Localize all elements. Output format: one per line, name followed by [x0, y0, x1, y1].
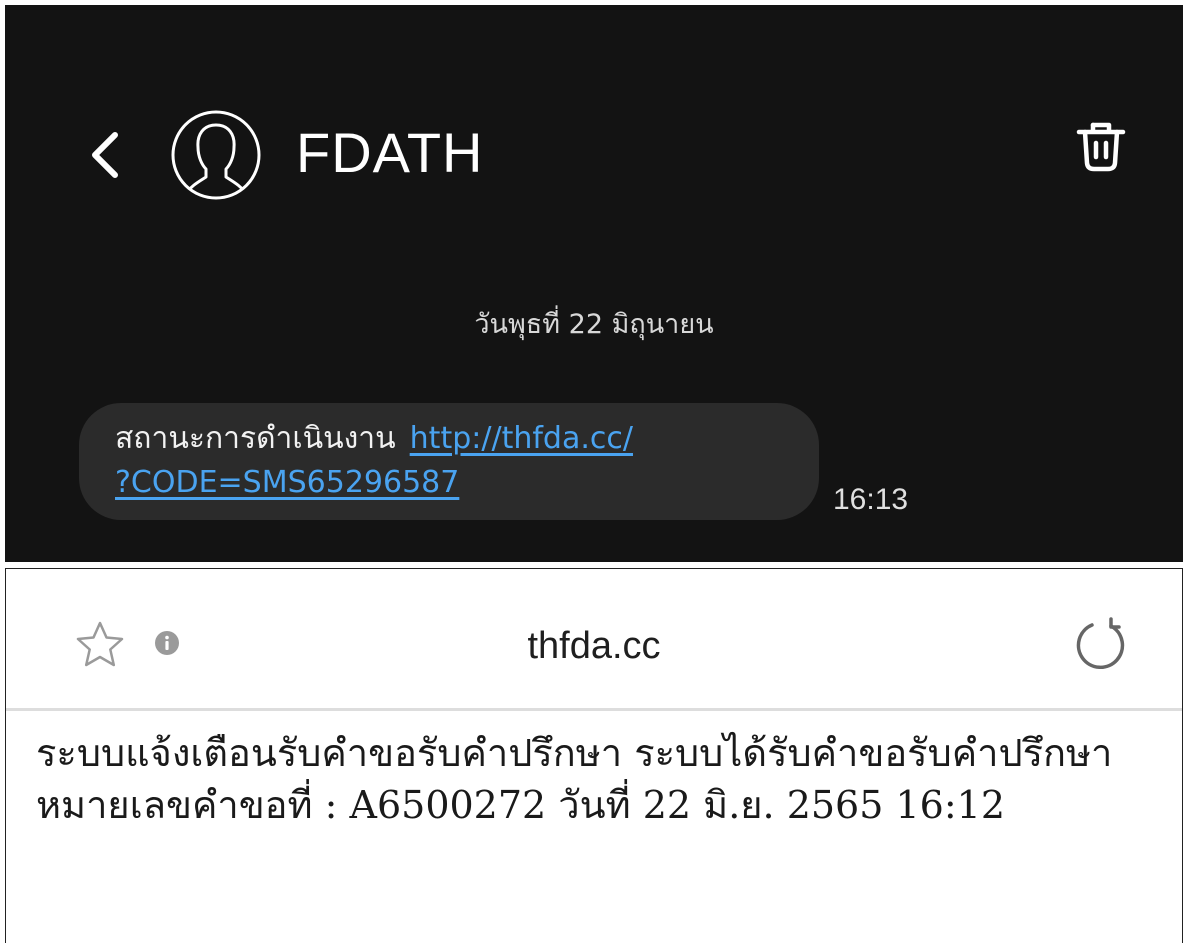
reload-icon[interactable]	[1071, 615, 1129, 673]
page-body-text: ระบบแจ้งเตือนรับคำขอรับคำปรึกษา ระบบได้ร…	[36, 731, 1113, 827]
trash-icon[interactable]	[1075, 117, 1127, 173]
contact-name: FDATH	[296, 121, 484, 184]
message-text: สถานะการดำเนินงาน http://thfda.cc/ ?CODE=S…	[115, 417, 805, 505]
message-label: สถานะการดำเนินงาน	[115, 421, 396, 456]
browser-screen: thfda.cc ระบบแจ้งเตือนรับคำขอรับคำปรึกษา…	[5, 568, 1183, 943]
contact-avatar-icon[interactable]	[170, 109, 262, 201]
message-timestamp: 16:13	[833, 483, 909, 516]
address-bar-divider	[6, 708, 1182, 711]
back-chevron-icon[interactable]	[83, 127, 127, 183]
message-bubble[interactable]: สถานะการดำเนินงาน http://thfda.cc/ ?CODE=S…	[79, 403, 819, 520]
sms-conversation-screen: FDATH วันพุธที่ 22 มิถุนายน สถานะการดำเน…	[5, 5, 1183, 562]
date-separator: วันพุธที่ 22 มิถุนายน	[474, 309, 714, 340]
message-link-line2: ?CODE=SMS65296587	[115, 465, 460, 500]
address-bar-domain[interactable]: thfda.cc	[6, 621, 1182, 671]
message-link-line1: http://thfda.cc/	[409, 421, 633, 456]
